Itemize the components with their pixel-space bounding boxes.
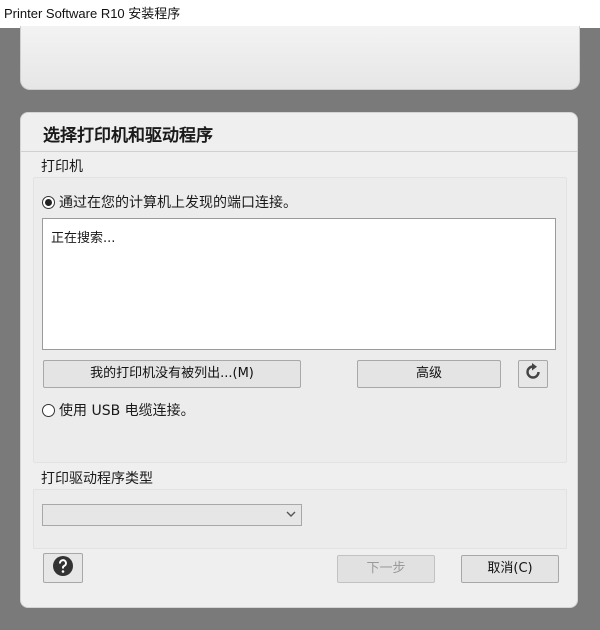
driver-type-select[interactable] [42, 504, 302, 526]
printer-group: 通过在您的计算机上发现的端口连接。 正在搜索... 我的打印机没有被列出...(… [33, 177, 567, 463]
usb-option-label: 使用 USB 电缆连接。 [59, 403, 195, 419]
question-mark-icon [52, 555, 74, 581]
next-button[interactable]: 下一步 [337, 555, 435, 583]
refresh-button[interactable] [518, 360, 548, 388]
network-option-label: 通过在您的计算机上发现的端口连接。 [59, 195, 297, 211]
help-button[interactable] [43, 553, 83, 583]
usb-radio[interactable] [42, 403, 55, 417]
window-title-bar: Printer Software R10 安装程序 [0, 0, 600, 28]
driver-group [33, 489, 567, 549]
dialog-title: 选择打印机和驱动程序 [43, 126, 213, 146]
window-title: Printer Software R10 安装程序 [4, 6, 181, 21]
advanced-button[interactable]: 高级 [357, 360, 501, 388]
printer-section-label: 打印机 [41, 159, 83, 175]
top-panel [20, 26, 580, 90]
network-port-option[interactable]: 通过在您的计算机上发现的端口连接。 [42, 192, 297, 212]
list-status-text: 正在搜索... [51, 231, 116, 246]
usb-option[interactable]: 使用 USB 电缆连接。 [42, 400, 195, 420]
driver-section-label: 打印驱动程序类型 [41, 471, 153, 487]
radio-selected-dot [45, 198, 52, 206]
printer-list[interactable]: 正在搜索... [42, 218, 556, 350]
network-radio[interactable] [42, 195, 55, 209]
select-printer-dialog: 选择打印机和驱动程序 打印机 通过在您的计算机上发现的端口连接。 正在搜索...… [20, 112, 578, 608]
printer-not-listed-button[interactable]: 我的打印机没有被列出...(M) [43, 360, 301, 388]
refresh-icon [523, 362, 543, 386]
cancel-button[interactable]: 取消(C) [461, 555, 559, 583]
title-divider [21, 151, 577, 152]
chevron-down-icon [285, 508, 297, 520]
